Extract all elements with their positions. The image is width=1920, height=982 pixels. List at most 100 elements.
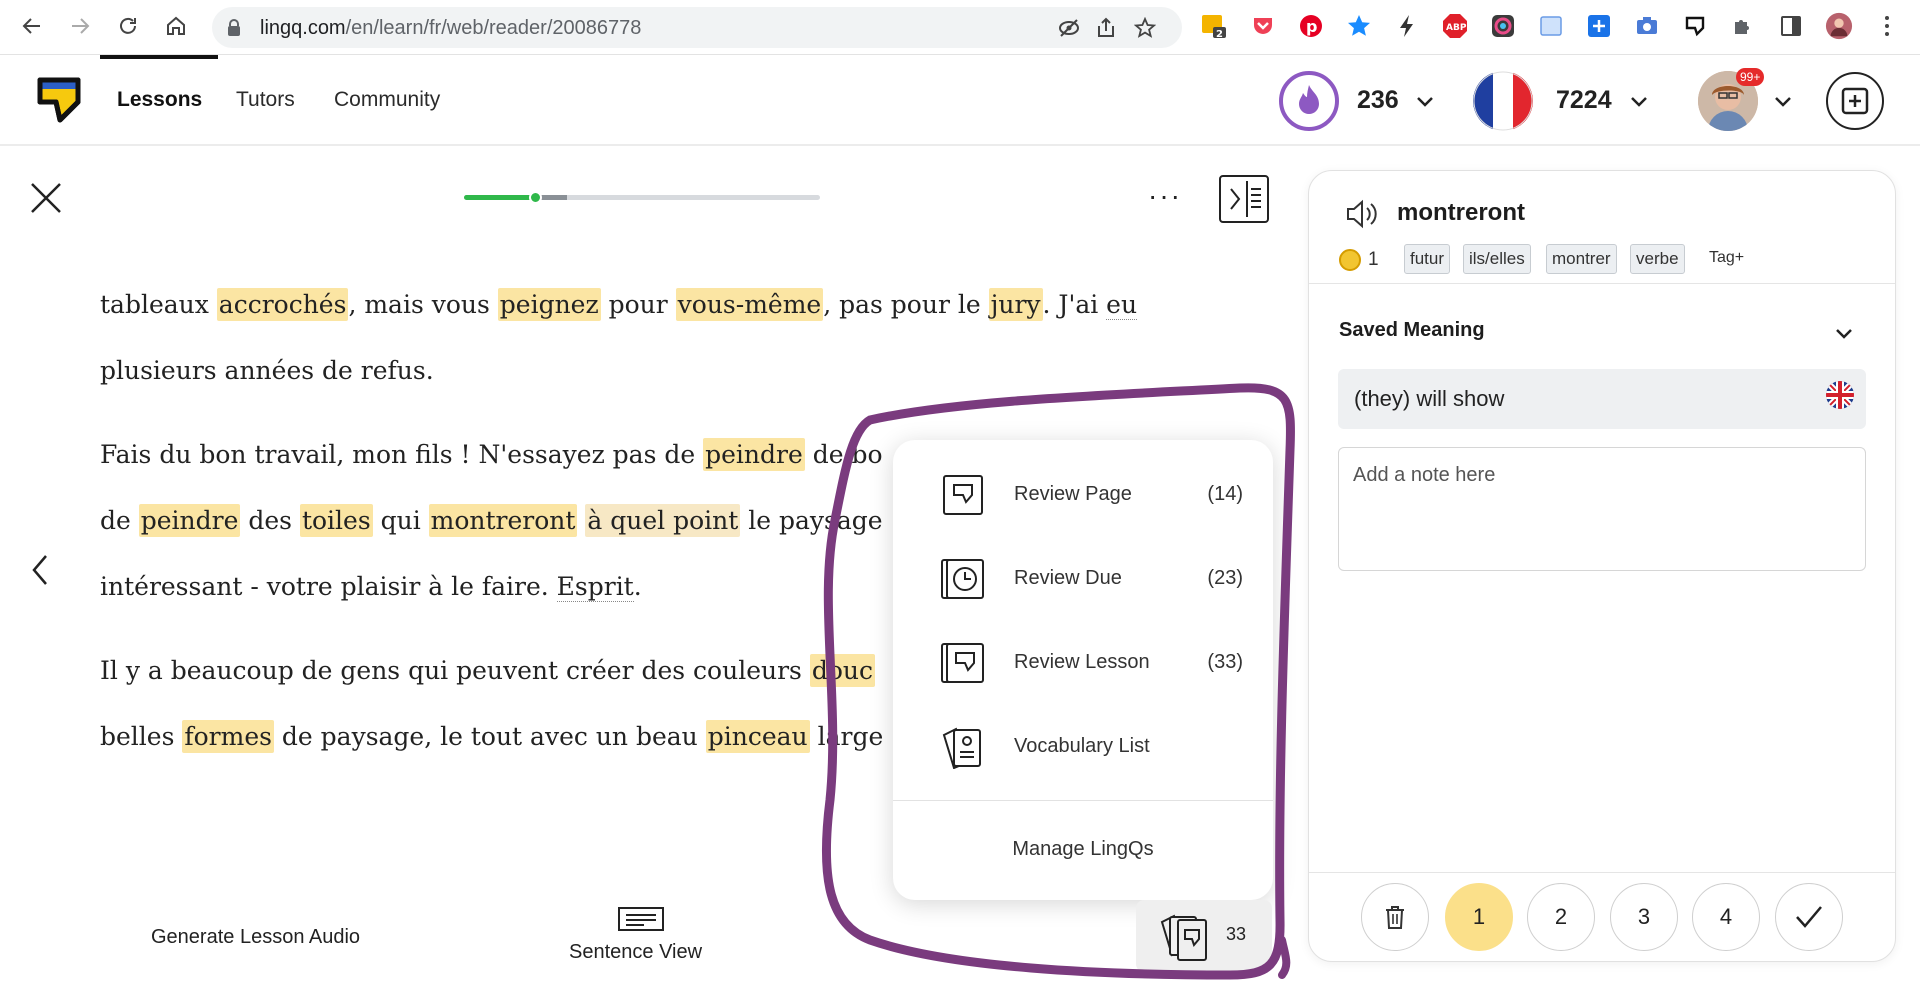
text-segment: Il y a beaucoup de gens qui peuvent crée… [100,656,810,685]
star-extension-icon[interactable] [1345,12,1373,40]
lingq-word[interactable]: accrochés [216,288,349,321]
menu-review-page[interactable]: Review Page (14) [893,465,1273,525]
eye-off-icon[interactable] [1058,17,1080,39]
menu-review-due[interactable]: Review Due (23) [893,549,1273,609]
lingq-word[interactable]: toiles [299,504,373,537]
text-line: Fais du bon travail, mon fils ! N'essaye… [100,438,883,471]
progress-handle[interactable] [529,191,543,204]
address-bar[interactable]: lingq.com/en/learn/fr/web/reader/2008677… [212,7,1182,48]
speaker-icon[interactable] [1345,199,1379,229]
lingq-extension-icon[interactable] [1681,12,1709,40]
lesson-progress-bar[interactable] [464,191,820,204]
home-icon[interactable] [160,10,192,42]
more-options-icon[interactable]: ··· [1148,180,1182,212]
forward-icon[interactable] [64,10,96,42]
camera-icon[interactable] [1633,12,1661,40]
lingq-word[interactable]: douc [809,654,875,687]
term-word: montreront [1397,199,1525,226]
add-tag-button[interactable]: Tag+ [1709,249,1744,267]
tag-futur[interactable]: futur [1404,244,1451,274]
manage-lingqs-link[interactable]: Manage LingQs [893,838,1273,861]
menu-vocabulary-list[interactable]: Vocabulary List [893,717,1273,777]
text-segment: tableaux [100,290,217,319]
lingq-word[interactable]: peindre [703,438,805,471]
new-word[interactable]: Esprit [556,572,634,602]
profile-avatar-icon[interactable] [1825,12,1853,40]
lingq-logo-icon[interactable] [36,76,82,126]
chevron-down-icon[interactable] [1628,90,1650,112]
known-check-icon[interactable] [1775,883,1843,951]
word-detail-panel: montreront 1 futur ils/elles montrer ver… [1308,170,1896,962]
nav-lessons[interactable]: Lessons [117,88,202,112]
menu-item-count: (23) [1207,567,1243,589]
back-icon[interactable] [16,10,48,42]
text-line: de peindre des toiles qui montreront à q… [100,504,883,537]
lingq-word[interactable]: peindre [138,504,241,537]
plus-extension-icon[interactable] [1585,12,1613,40]
lingq-word[interactable]: formes [182,720,274,753]
menu-item-count: (33) [1207,651,1243,673]
chevron-down-icon[interactable] [1772,90,1794,112]
puzzle-icon[interactable] [1729,12,1757,40]
text-segment: le paysage [740,506,883,535]
lingq-count: 33 [1226,924,1247,944]
uk-flag-icon[interactable] [1826,381,1854,409]
nav-community[interactable]: Community [334,88,440,112]
note-field[interactable]: Add a note here [1338,447,1866,571]
meaning-text: (they) will show [1354,386,1505,411]
meaning-field[interactable]: (they) will show [1338,369,1866,429]
lingq-word[interactable]: peignez [497,288,601,321]
reload-icon[interactable] [112,10,144,42]
lingq-word[interactable]: jury [988,288,1043,321]
pocket-icon[interactable] [1249,12,1277,40]
status-level-2-button[interactable]: 2 [1527,883,1595,951]
browser-menu-icon[interactable] [1873,12,1901,40]
lingq-word[interactable]: pinceau [705,720,810,753]
menu-divider [893,800,1273,801]
text-line: plusieurs années de refus. [100,356,434,385]
text-segment: , mais vous [348,290,498,319]
status-level-4-button[interactable]: 4 [1692,883,1760,951]
lingq-cards-icon [1158,910,1214,962]
status-level-3-button[interactable]: 3 [1610,883,1678,951]
tag-ils-elles[interactable]: ils/elles [1463,244,1531,274]
document-extension-icon[interactable] [1537,12,1565,40]
previous-page-icon[interactable] [28,550,52,590]
extension-notes-icon[interactable]: 2 [1200,12,1228,40]
french-flag-icon[interactable] [1473,71,1533,131]
new-word[interactable]: eu [1106,290,1138,320]
nav-tutors[interactable]: Tutors [236,88,295,112]
chevron-down-icon[interactable] [1832,321,1856,345]
close-icon[interactable] [28,180,64,216]
tag-verbe[interactable]: verbe [1630,244,1685,274]
note-placeholder: Add a note here [1353,464,1496,486]
bolt-icon[interactable] [1393,12,1421,40]
tag-montrer[interactable]: montrer [1546,244,1617,274]
lingq-word[interactable]: vous-même [675,288,824,321]
lingq-word[interactable]: à quel point [585,504,741,537]
text-line: belles formes de paysage, le tout avec u… [100,720,883,753]
generate-audio-button[interactable]: Generate Lesson Audio [151,926,360,949]
lingq-review-button[interactable]: 33 [1136,900,1272,972]
lock-icon[interactable] [226,18,242,43]
review-page-icon [941,473,985,517]
sentence-view-icon[interactable] [618,907,664,933]
sentence-view-button[interactable]: Sentence View [569,941,702,964]
lingq-word[interactable]: montreront [428,504,578,537]
color-picker-icon[interactable] [1489,12,1517,40]
streak-flame-icon[interactable] [1279,71,1339,131]
new-lesson-icon[interactable] [1826,72,1884,130]
adblock-icon[interactable]: ABP [1441,12,1469,40]
delete-icon[interactable] [1361,883,1429,951]
text-segment: intéressant - votre plaisir à le faire. [100,572,557,601]
svg-text:2: 2 [1216,29,1223,39]
url-text: lingq.com/en/learn/fr/web/reader/2008677… [260,17,642,39]
share-icon[interactable] [1096,17,1118,39]
side-panel-icon[interactable] [1777,12,1805,40]
menu-review-lesson[interactable]: Review Lesson (33) [893,633,1273,693]
pinterest-icon[interactable]: p [1297,12,1325,40]
chevron-down-icon[interactable] [1414,90,1436,112]
sidebar-toggle-icon[interactable] [1219,175,1269,223]
status-level-1-button[interactable]: 1 [1445,883,1513,951]
bookmark-star-icon[interactable] [1133,16,1157,39]
